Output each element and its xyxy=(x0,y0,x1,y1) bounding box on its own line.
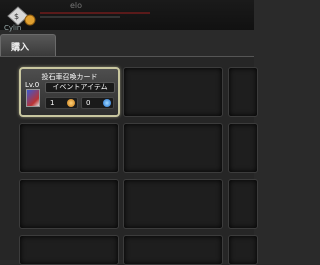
item-slot[interactable] xyxy=(228,235,258,265)
cash-price: 0 xyxy=(81,97,114,109)
item-slot[interactable] xyxy=(228,123,258,173)
item-slot[interactable] xyxy=(123,179,223,229)
item-slot[interactable] xyxy=(19,123,119,173)
item-level: Lv.0 xyxy=(25,81,40,89)
top-status-bar: $ Cylin elo xyxy=(0,0,254,32)
item-type-label: イベントアイテム xyxy=(52,83,108,91)
item-slot[interactable] xyxy=(228,67,258,117)
gold-price: 1 xyxy=(45,97,78,109)
item-slot[interactable] xyxy=(19,235,119,265)
mp-bar xyxy=(40,16,120,18)
item-card-icon xyxy=(26,89,40,107)
hp-bar xyxy=(40,12,150,14)
item-slot[interactable] xyxy=(123,67,223,117)
price-row: 1 0 xyxy=(45,97,115,111)
item-slot[interactable] xyxy=(19,179,119,229)
item-slot[interactable] xyxy=(123,123,223,173)
cash-price-value: 0 xyxy=(86,99,91,107)
player-name: elo xyxy=(70,1,83,10)
currency-label: Cylin xyxy=(4,24,22,32)
item-slot[interactable] xyxy=(228,179,258,229)
gold-price-value: 1 xyxy=(50,99,55,107)
shop-item-card[interactable]: 投石車召喚カード Lv.0 イベントアイテム 1 0 xyxy=(19,67,120,117)
tab-purchase-label: 購入 xyxy=(11,43,30,53)
item-type-field: イベントアイテム xyxy=(45,82,115,93)
svg-text:$: $ xyxy=(14,12,19,21)
tab-purchase[interactable]: 購入 xyxy=(0,34,56,56)
gold-coin-icon xyxy=(67,99,75,107)
cash-coin-icon xyxy=(103,99,111,107)
item-slot[interactable] xyxy=(123,235,223,265)
